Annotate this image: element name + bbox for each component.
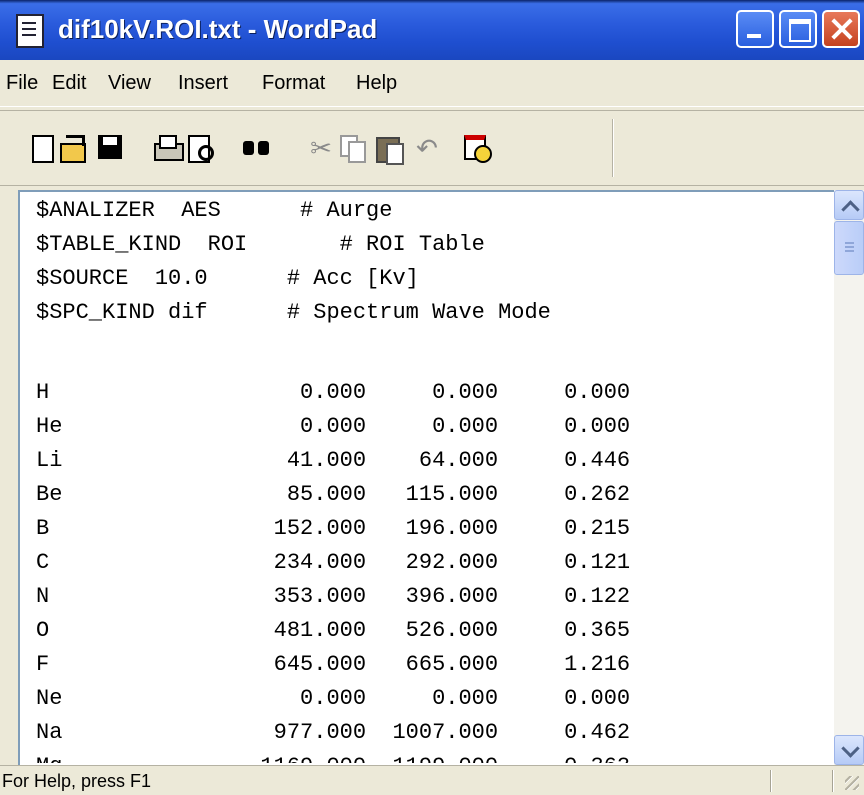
grip-icon [845, 242, 854, 244]
document-line: O 481.000 526.000 0.365 [36, 618, 631, 643]
document-text[interactable]: $ANALIZER AES # Aurge $TABLE_KIND ROI # … [36, 198, 826, 763]
menu-view[interactable]: View [108, 72, 151, 95]
print-preview-icon[interactable] [186, 133, 216, 163]
resize-grip-icon[interactable] [845, 776, 859, 790]
find-icon[interactable] [242, 133, 272, 163]
paste-icon[interactable] [374, 133, 404, 165]
document-line: F 645.000 665.000 1.216 [36, 652, 631, 677]
document-line: H 0.000 0.000 0.000 [36, 380, 631, 405]
print-icon[interactable] [152, 133, 184, 163]
cut-icon[interactable]: ✂ [306, 133, 336, 163]
document-line: $SOURCE 10.0 # Acc [Kv] [36, 266, 419, 291]
status-divider [832, 770, 833, 792]
document-line: C 234.000 292.000 0.121 [36, 550, 631, 575]
menu-format[interactable]: Format [262, 72, 325, 95]
status-divider [770, 770, 771, 792]
menu-edit[interactable]: Edit [52, 72, 86, 95]
document-line: Li 41.000 64.000 0.446 [36, 448, 631, 473]
maximize-button[interactable] [779, 10, 817, 48]
wordpad-window: dif10kV.ROI.txt - WordPad File Edit View… [0, 0, 864, 795]
document-line: Na 977.000 1007.000 0.462 [36, 720, 631, 745]
title-bar[interactable]: dif10kV.ROI.txt - WordPad [0, 0, 864, 60]
document-line: He 0.000 0.000 0.000 [36, 414, 631, 439]
document-line: N 353.000 396.000 0.122 [36, 584, 631, 609]
open-icon[interactable] [58, 133, 88, 163]
new-icon[interactable] [28, 133, 58, 163]
status-bar: For Help, press F1 [0, 765, 864, 795]
document-line: Be 85.000 115.000 0.262 [36, 482, 631, 507]
menu-help[interactable]: Help [356, 72, 397, 95]
scroll-down-button[interactable] [834, 735, 864, 765]
document-line: B 152.000 196.000 0.215 [36, 516, 631, 541]
menu-insert[interactable]: Insert [178, 72, 228, 95]
save-icon[interactable] [96, 133, 126, 163]
close-button[interactable] [822, 10, 860, 48]
document-line: $TABLE_KIND ROI # ROI Table [36, 232, 485, 257]
scrollbar-thumb[interactable] [834, 221, 864, 275]
chevron-down-icon [841, 739, 860, 758]
wordpad-document-icon[interactable] [16, 14, 44, 48]
undo-icon[interactable]: ↶ [412, 133, 442, 163]
status-text: For Help, press F1 [2, 771, 152, 791]
scroll-up-button[interactable] [834, 190, 864, 220]
document-line: $SPC_KIND dif # Spectrum Wave Mode [36, 300, 551, 325]
date-time-icon[interactable] [462, 133, 492, 163]
toolbar: ✂ ↶ [0, 110, 864, 186]
menu-file[interactable]: File [6, 72, 38, 95]
vertical-scrollbar[interactable] [834, 190, 864, 765]
document-line: Ne 0.000 0.000 0.000 [36, 686, 631, 711]
window-title: dif10kV.ROI.txt - WordPad [58, 14, 378, 44]
document-line: Mg 1169.000 1199.000 0.363 [36, 754, 630, 763]
copy-icon[interactable] [338, 133, 368, 163]
menu-bar: File Edit View Insert Format Help [0, 60, 864, 107]
chevron-up-icon [841, 200, 860, 219]
minimize-button[interactable] [736, 10, 774, 48]
document-line: $ANALIZER AES # Aurge [36, 198, 393, 223]
toolbar-divider [612, 119, 613, 177]
